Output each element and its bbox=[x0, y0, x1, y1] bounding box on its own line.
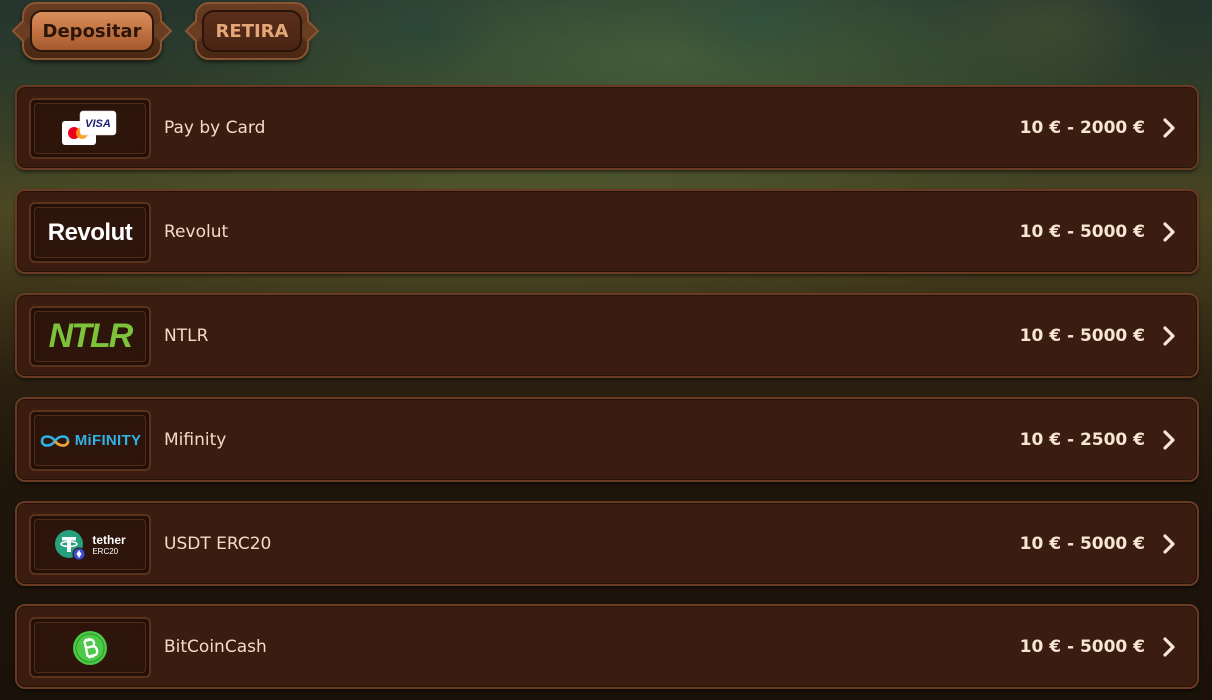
payment-logo-box: Revolut bbox=[29, 202, 151, 263]
tab-depositar-label[interactable]: Depositar bbox=[30, 10, 154, 52]
ntlr-logo: NTLR bbox=[48, 317, 134, 355]
tether-icon bbox=[55, 529, 86, 560]
payment-method-range: 10 € - 2500 € bbox=[1019, 429, 1145, 450]
payment-method-range: 10 € - 2000 € bbox=[1019, 117, 1145, 138]
tether-name: tether bbox=[92, 532, 126, 547]
payment-logo-box: NTLR bbox=[29, 306, 151, 367]
infinity-icon bbox=[40, 434, 70, 447]
chevron-right-icon[interactable] bbox=[1159, 295, 1179, 376]
tether-sub: ERC20 bbox=[92, 546, 119, 556]
payment-method-name: BitCoinCash bbox=[164, 636, 267, 657]
payment-method-row-revolut[interactable]: Revolut Revolut 10 € - 5000 € bbox=[15, 189, 1199, 274]
payment-method-name: Revolut bbox=[164, 221, 229, 242]
tether-logo: tether ERC20 bbox=[54, 529, 126, 561]
tab-retira-label[interactable]: RETIRA bbox=[202, 10, 302, 52]
payment-logo-box: MiFINITY bbox=[29, 410, 151, 471]
mifinity-logo: MiFINITY bbox=[39, 432, 142, 449]
forest-background bbox=[0, 0, 1212, 90]
payment-method-row-usdt[interactable]: tether ERC20 USDT ERC20 10 € - 5000 € bbox=[15, 501, 1199, 586]
payment-method-row-card[interactable]: VISA Pay by Card 10 € - 2000 € bbox=[15, 85, 1199, 170]
revolut-logo: Revolut bbox=[47, 218, 133, 246]
payment-method-row-ntlr[interactable]: NTLR NTLR 10 € - 5000 € bbox=[15, 293, 1199, 378]
payment-method-name: Pay by Card bbox=[164, 117, 266, 138]
chevron-right-icon[interactable] bbox=[1159, 606, 1179, 687]
chevron-right-icon[interactable] bbox=[1159, 399, 1179, 480]
chevron-right-icon[interactable] bbox=[1159, 503, 1179, 584]
chevron-right-icon[interactable] bbox=[1159, 191, 1179, 272]
chevron-right-icon[interactable] bbox=[1159, 87, 1179, 168]
payment-method-range: 10 € - 5000 € bbox=[1019, 325, 1145, 346]
payment-logo-box bbox=[29, 617, 151, 678]
mifinity-text: MiFINITY bbox=[74, 432, 142, 449]
payment-method-name: Mifinity bbox=[164, 429, 227, 450]
payment-method-name: USDT ERC20 bbox=[164, 533, 272, 554]
payment-method-row-bitcoincash[interactable]: BitCoinCash 10 € - 5000 € bbox=[15, 604, 1199, 689]
visa-mastercard-icon: VISA bbox=[62, 110, 117, 145]
payment-method-row-mifinity[interactable]: MiFINITY Mifinity 10 € - 2500 € bbox=[15, 397, 1199, 482]
tab-retira[interactable]: RETIRA bbox=[195, 2, 309, 60]
visa-text: VISA bbox=[85, 118, 111, 130]
tab-depositar[interactable]: Depositar bbox=[22, 2, 162, 60]
payment-method-name: NTLR bbox=[164, 325, 209, 346]
payment-method-range: 10 € - 5000 € bbox=[1019, 221, 1145, 242]
payment-method-range: 10 € - 5000 € bbox=[1019, 636, 1145, 657]
payment-method-range: 10 € - 5000 € bbox=[1019, 533, 1145, 554]
payment-logo-box: tether ERC20 bbox=[29, 514, 151, 575]
bitcoin-cash-icon bbox=[73, 630, 107, 665]
payment-logo-box: VISA bbox=[29, 98, 151, 159]
